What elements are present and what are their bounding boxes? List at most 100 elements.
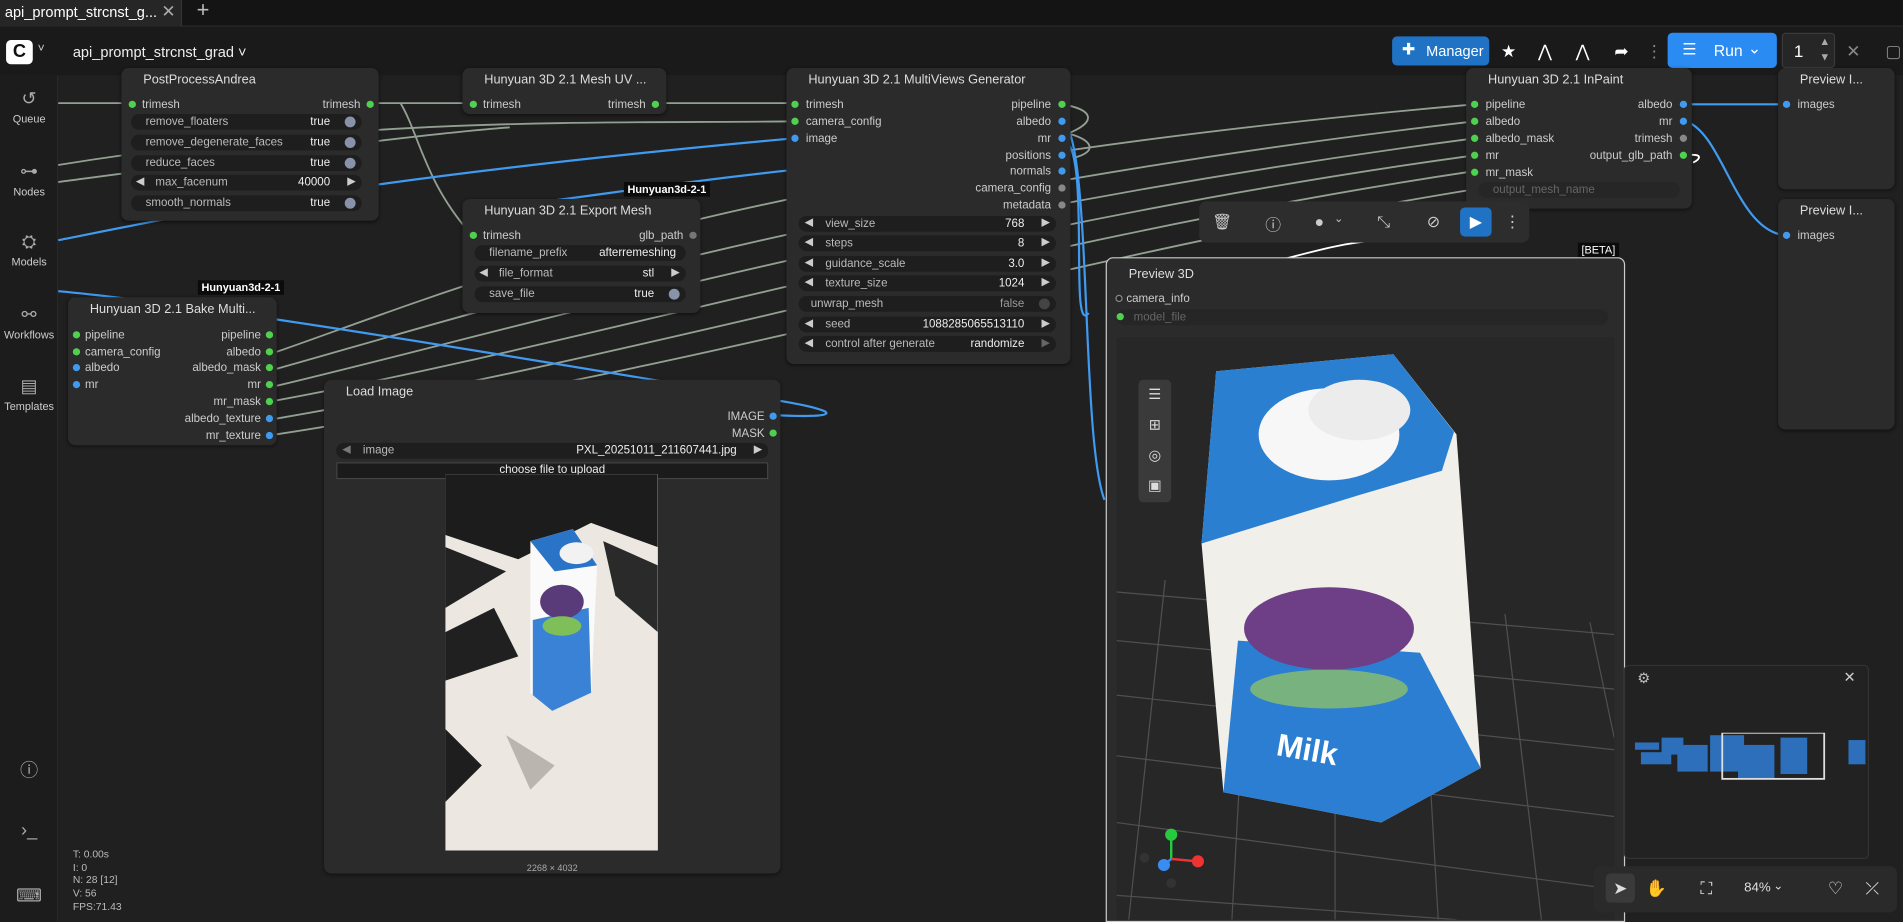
output-slot[interactable]: trimesh — [1635, 132, 1688, 146]
output-slot[interactable]: albedo — [1016, 115, 1066, 129]
sidebar-item-nodes[interactable]: ⊶ Nodes — [0, 160, 58, 197]
node-multiviews[interactable]: Hunyuan 3D 2.1 MultiViews Generator trim… — [786, 67, 1071, 364]
output-slot[interactable]: mr_texture — [206, 429, 274, 443]
input-slot[interactable]: camera_config — [791, 115, 882, 129]
run-count-input[interactable]: 1 ▲ ▼ — [1781, 32, 1836, 68]
output-slot[interactable]: IMAGE — [727, 410, 777, 423]
decrement-icon[interactable]: ◀ — [805, 336, 813, 349]
info-icon[interactable]: ⓘ — [1261, 212, 1285, 234]
output-slot[interactable]: camera_config — [975, 182, 1066, 195]
settings-icon[interactable]: ⚙ — [1637, 670, 1650, 687]
widget-number[interactable]: ◀ guidance_scale 3.0 ▶ — [798, 255, 1056, 272]
input-slot[interactable]: camera_config — [72, 346, 161, 359]
increment-icon[interactable]: ▶ — [1041, 275, 1049, 288]
sidebar-item-workflows[interactable]: ⚯ Workflows — [0, 303, 58, 341]
hide-links-icon[interactable]: ⤫ — [1865, 878, 1879, 899]
decrement-icon[interactable]: ◀ — [805, 256, 813, 269]
output-slot[interactable]: mr — [247, 379, 274, 392]
input-slot[interactable]: trimesh — [469, 229, 521, 243]
output-slot[interactable]: albedo_mask — [192, 362, 274, 375]
model-file-field[interactable]: model_file — [1116, 309, 1609, 326]
node-preview-3d[interactable]: Preview 3D camera_info model_file Milk ☰… — [1105, 257, 1626, 922]
widget-number[interactable]: ◀ max_facenum 40000 ▶ — [131, 174, 362, 191]
fit-view-icon[interactable]: ⛶ — [1700, 878, 1712, 899]
zoom-level[interactable]: 84% — [1744, 881, 1771, 896]
output-slot[interactable]: metadata — [1003, 199, 1066, 212]
workflow-name[interactable]: api_prompt_strcnst_grad ˅ — [73, 44, 247, 61]
input-slot[interactable]: trimesh — [469, 98, 521, 112]
widget-toggle[interactable]: reduce_faces true — [131, 155, 362, 172]
close-icon[interactable]: ✕ — [1844, 668, 1856, 685]
input-slot[interactable]: trimesh — [791, 98, 844, 112]
output-slot[interactable]: albedo — [226, 346, 274, 359]
increment-icon[interactable]: ▶ — [1041, 235, 1049, 248]
pointer-icon[interactable]: ➤ — [1605, 873, 1635, 903]
run-button[interactable]: ☰ Run ⌄ — [1667, 32, 1777, 68]
node-load-image[interactable]: Load Image IMAGE MASK ◀ image PXL_20251011… — [324, 379, 781, 874]
widget-toggle[interactable]: remove_degenerate_faces true — [131, 134, 362, 151]
output-slot[interactable]: MASK — [732, 427, 777, 440]
decrement-icon[interactable]: ◀ — [805, 216, 813, 229]
increment-icon[interactable]: ▶ — [1041, 256, 1049, 269]
output-slot[interactable]: trimesh — [608, 98, 660, 112]
collapse-icon[interactable]: ⤡ — [1371, 212, 1395, 234]
input-slot[interactable]: mr — [72, 379, 98, 392]
node-title[interactable]: Load Image — [324, 380, 780, 402]
node-mesh-uv[interactable]: Hunyuan 3D 2.1 Mesh UV ... trimesh trime… — [462, 67, 667, 115]
output-slot[interactable]: glb_path — [639, 229, 697, 243]
node-title[interactable]: Hunyuan 3D 2.1 Bake Multi... — [68, 297, 277, 319]
output-slot[interactable]: mr — [1659, 115, 1688, 129]
widget-number[interactable]: ◀ steps 8 ▶ — [798, 235, 1056, 252]
node-inpaint[interactable]: Hunyuan 3D 2.1 InPaint pipeline albedo a… — [1466, 67, 1692, 209]
node-title[interactable]: Preview 3D — [1107, 258, 1624, 287]
node-title[interactable]: Hunyuan 3D 2.1 InPaint — [1466, 68, 1692, 90]
minimap-panel[interactable]: ⚙ ✕ — [1623, 664, 1870, 859]
share-icon[interactable]: ➦ — [1607, 38, 1636, 65]
image-icon[interactable]: ▣ — [1138, 471, 1171, 501]
tab-workflow[interactable]: api_prompt_strcnst_g... ✕ — [0, 0, 183, 27]
menu-icon[interactable]: ☰ — [1138, 380, 1171, 410]
spinner-icon[interactable]: ▲ ▼ — [1819, 34, 1830, 66]
increment-icon[interactable]: ▶ — [1041, 216, 1049, 229]
widget-toggle[interactable]: save_file true — [474, 286, 686, 303]
toggle-icon[interactable] — [344, 137, 356, 149]
output-slot[interactable]: albedo — [1638, 98, 1688, 112]
input-slot[interactable]: images — [1782, 98, 1835, 112]
increment-icon[interactable]: ▶ — [1041, 336, 1049, 349]
input-slot[interactable]: trimesh — [128, 98, 180, 112]
toggle-icon[interactable] — [1038, 298, 1050, 310]
output-slot[interactable]: albedo_texture — [185, 412, 274, 426]
output-slot[interactable]: pipeline — [1011, 98, 1066, 112]
palette-icon[interactable]: ◎ — [1138, 440, 1171, 470]
close-icon[interactable]: ✕ — [161, 1, 175, 22]
3d-viewport[interactable]: Milk ☰ ⊞ ◎ ▣ — [1116, 337, 1615, 920]
output-slot[interactable]: pipeline — [221, 329, 274, 342]
widget-number[interactable]: ◀ texture_size 1024 ▶ — [798, 275, 1056, 292]
more-options-icon[interactable]: ⋮ — [1500, 212, 1524, 234]
node-title[interactable]: Hunyuan 3D 2.1 MultiViews Generator — [786, 68, 1070, 90]
graph-icon[interactable]: ⋀ — [1530, 38, 1559, 65]
output-mesh-name-field[interactable]: output_mesh_name — [1478, 181, 1680, 198]
node-title[interactable]: Preview I... — [1778, 68, 1895, 90]
sidebar-item-queue[interactable]: ↺ Queue — [0, 87, 58, 125]
sidebar-item-templates[interactable]: ▤ Templates — [0, 375, 58, 412]
node-export-mesh[interactable]: Hunyuan 3D 2.1 Export Mesh trimesh glb_p… — [462, 198, 701, 314]
output-slot[interactable]: mr_mask — [214, 396, 274, 409]
output-slot[interactable]: positions — [1006, 149, 1066, 163]
widget-toggle[interactable]: remove_floaters true — [131, 114, 362, 130]
toggle-icon[interactable] — [344, 157, 356, 169]
decrement-icon[interactable]: ◀ — [805, 275, 813, 288]
toggle-icon[interactable] — [344, 116, 356, 128]
input-slot[interactable]: mr — [1471, 149, 1499, 163]
node-preview-image[interactable]: Preview I... images — [1778, 198, 1895, 430]
node-bake-multi[interactable]: Hunyuan 3D 2.1 Bake Multi... pipeline ca… — [67, 297, 277, 446]
toggle-icon[interactable] — [344, 197, 356, 209]
decrement-icon[interactable]: ◀ — [479, 266, 487, 279]
widget-number[interactable]: ◀ seed 1088285065513110 ▶ — [798, 316, 1056, 333]
node-preview-image[interactable]: Preview I... images — [1778, 67, 1895, 190]
input-slot[interactable]: camera_info — [1115, 292, 1190, 306]
widget-text[interactable]: filename_prefix afterremeshing — [474, 245, 686, 261]
increment-icon[interactable]: ▶ — [347, 175, 355, 188]
trash-icon[interactable]: 🗑 — [1210, 212, 1234, 234]
widget-toggle[interactable]: unwrap_mesh false — [798, 296, 1056, 312]
